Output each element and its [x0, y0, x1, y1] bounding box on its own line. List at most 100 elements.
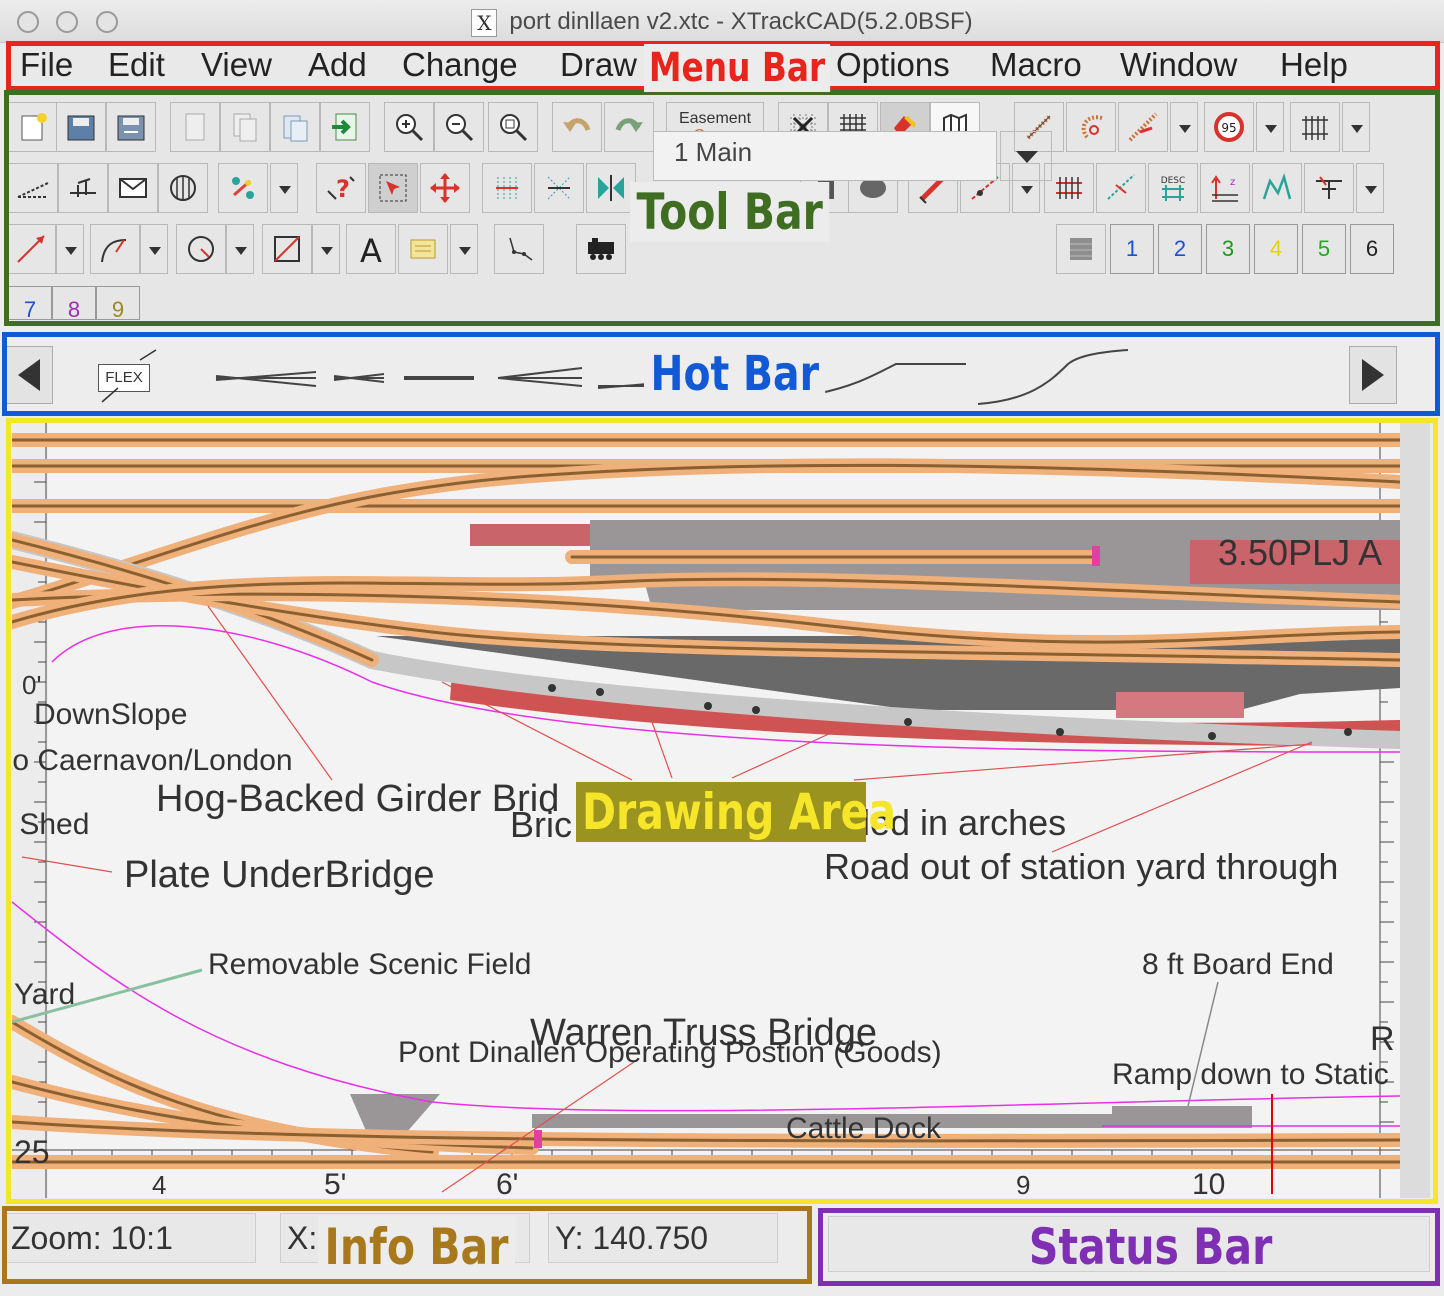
layer-1-button[interactable]: 1: [1110, 224, 1154, 274]
description-button[interactable]: DESC: [1148, 163, 1198, 213]
car-button[interactable]: [158, 163, 208, 213]
polyline-icon: [509, 237, 533, 261]
draw-line-button[interactable]: [6, 224, 56, 274]
text-button[interactable]: A: [346, 224, 396, 274]
draw-circle-button[interactable]: [176, 224, 226, 274]
draw-curve-dropdown[interactable]: [140, 224, 168, 274]
current-layer-select[interactable]: 1 Main: [653, 131, 997, 181]
new-file-button[interactable]: [8, 102, 58, 152]
signal-button[interactable]: 95: [1204, 102, 1254, 152]
structure-icon: [119, 178, 147, 198]
flip-button[interactable]: [586, 163, 636, 213]
save-as-button[interactable]: [106, 102, 156, 152]
circle-icon: [188, 236, 214, 262]
layer-7-button[interactable]: 7: [8, 286, 52, 322]
zoom-in-button[interactable]: [384, 102, 434, 152]
connect-dropdown[interactable]: [1356, 163, 1384, 213]
removable-scenic-field-label: Removable Scenic Field: [208, 948, 532, 981]
ramp-building: [1112, 1106, 1252, 1116]
train-dropdown[interactable]: [270, 163, 298, 213]
text-icon: A: [360, 232, 382, 266]
layer-9-button[interactable]: 9: [96, 286, 140, 322]
save-icon: [67, 115, 95, 141]
turnout-dropdown[interactable]: [1170, 102, 1198, 152]
align-button[interactable]: [534, 163, 584, 213]
redo-icon: [615, 118, 643, 132]
menu-draw[interactable]: Draw: [560, 46, 637, 84]
turnout-button[interactable]: [1118, 102, 1168, 152]
layer-settings-button[interactable]: [1056, 224, 1106, 274]
vertical-scrollbar[interactable]: [1400, 422, 1430, 1198]
menu-macro[interactable]: Macro: [990, 46, 1082, 84]
layer-4-button[interactable]: 4: [1254, 224, 1298, 274]
menu-help[interactable]: Help: [1280, 46, 1348, 84]
note-dropdown[interactable]: [450, 224, 478, 274]
plj-label: 3.50PLJ A: [1218, 532, 1383, 573]
layer-select-dropdown[interactable]: [1000, 131, 1052, 181]
envelope-button[interactable]: [108, 163, 158, 213]
bridge-dropdown[interactable]: [1342, 102, 1370, 152]
draw-line-dropdown[interactable]: [56, 224, 84, 274]
menu-edit[interactable]: Edit: [108, 46, 165, 84]
desc-icon: DESC: [1161, 176, 1185, 201]
menu-view[interactable]: View: [201, 46, 272, 84]
move-button[interactable]: [420, 163, 470, 213]
menu-window[interactable]: Window: [1120, 46, 1237, 84]
draw-box-dropdown[interactable]: [312, 224, 340, 274]
signal-dropdown[interactable]: [1256, 102, 1284, 152]
zoom-field[interactable]: Zoom: 10:1: [4, 1213, 256, 1263]
split-button[interactable]: [1096, 163, 1146, 213]
select-button[interactable]: [368, 163, 418, 213]
menu-options[interactable]: Options: [836, 46, 950, 84]
zoom-out-button[interactable]: [434, 102, 484, 152]
describe-button[interactable]: ?: [316, 163, 366, 213]
layer-5-button[interactable]: 5: [1302, 224, 1346, 274]
draw-curve-button[interactable]: [90, 224, 140, 274]
cut-icon: [233, 113, 257, 142]
zoom-extents-button[interactable]: [488, 102, 538, 152]
caernavon-label: to Caernavon/London: [12, 744, 293, 777]
undo-button[interactable]: [552, 102, 602, 152]
hand-laid-turnout-button[interactable]: [8, 163, 58, 213]
paste-button[interactable]: [270, 102, 320, 152]
zoom-out-icon: [446, 114, 474, 142]
platform-pink[interactable]: [1116, 692, 1244, 718]
menu-change[interactable]: Change: [402, 46, 518, 84]
rotate-icon: [496, 177, 518, 201]
train-button[interactable]: [218, 163, 268, 213]
import-button[interactable]: [320, 102, 370, 152]
cut-button[interactable]: [220, 102, 270, 152]
tool-bar-annotation: Tool Bar: [630, 182, 830, 242]
curved-track-button[interactable]: [1066, 102, 1116, 152]
ruler-label-25: 25: [14, 1134, 50, 1170]
note-icon: [410, 239, 436, 259]
layer-6-button[interactable]: 6: [1350, 224, 1394, 274]
ruler-label-6: 6': [496, 1168, 519, 1198]
polyline-button[interactable]: [494, 224, 544, 274]
connect-button[interactable]: [1304, 163, 1354, 213]
menu-file[interactable]: File: [20, 46, 73, 84]
box-icon: [274, 236, 300, 262]
copy-button[interactable]: [170, 102, 220, 152]
layer-3-button[interactable]: 3: [1206, 224, 1250, 274]
draw-circle-dropdown[interactable]: [226, 224, 254, 274]
ruler-button[interactable]: [1252, 163, 1302, 213]
run-trains-button[interactable]: [576, 224, 626, 274]
layer-2-button[interactable]: 2: [1158, 224, 1202, 274]
layer-8-button[interactable]: 8: [52, 286, 96, 322]
hotbar-scroll-left-button[interactable]: [5, 346, 53, 404]
ruler-label-9: 9: [1016, 1170, 1031, 1198]
rotate-button[interactable]: [482, 163, 532, 213]
hotbar-scroll-right-button[interactable]: [1349, 346, 1397, 404]
note-button[interactable]: [398, 224, 448, 274]
draw-box-button[interactable]: [262, 224, 312, 274]
drawing-area-annotation: Drawing Area: [576, 782, 896, 842]
bridge-button[interactable]: [1290, 102, 1340, 152]
save-button[interactable]: [56, 102, 106, 152]
redo-button[interactable]: [604, 102, 654, 152]
elevation-label-button[interactable]: z: [1200, 163, 1250, 213]
svg-text:95: 95: [1221, 121, 1236, 135]
turntable-button[interactable]: [58, 163, 108, 213]
building-red-strip[interactable]: [470, 524, 590, 546]
menu-add[interactable]: Add: [308, 46, 367, 84]
